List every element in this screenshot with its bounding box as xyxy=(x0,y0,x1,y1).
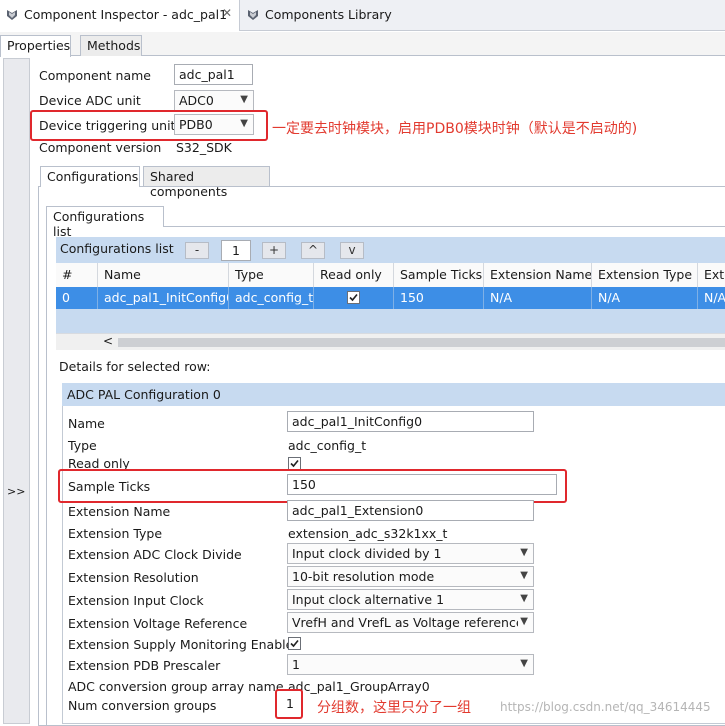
horizontal-scrollbar[interactable]: < xyxy=(56,333,725,350)
tab-shared-components[interactable]: Shared components xyxy=(143,166,270,199)
tab-component-inspector-label: Component Inspector - adc_pal1 xyxy=(24,7,228,22)
add-row-button[interactable]: + xyxy=(262,242,286,259)
cell-extension: N/A xyxy=(704,290,725,305)
tab-components-library-label: Components Library xyxy=(265,7,392,22)
cell-type: adc_config_t xyxy=(229,287,314,309)
details-header-title: ADC PAL Configuration 0 xyxy=(67,387,221,402)
extension-name-label: Extension Name xyxy=(68,504,171,519)
cell-extension-name: N/A xyxy=(484,287,592,309)
annotation-groups-note: 分组数，这里只分了一组 xyxy=(317,700,471,716)
expand-label[interactable]: >> xyxy=(7,485,25,498)
pdb-prescaler-label: Extension PDB Prescaler xyxy=(68,658,221,673)
table-empty-area xyxy=(56,309,725,333)
tab-configurations-list[interactable]: Configurations list xyxy=(46,206,164,239)
column-header-sample-ticks[interactable]: Sample Ticks xyxy=(394,263,484,287)
voltage-ref-value: VrefH and VrefL as Voltage reference. xyxy=(292,615,528,630)
move-up-button[interactable]: ^ xyxy=(301,242,325,259)
highlight-trigger-unit xyxy=(30,110,268,141)
scrollbar-thumb[interactable] xyxy=(118,338,725,347)
component-version-value: S32_SDK xyxy=(176,140,232,155)
tab-methods-label: Methods xyxy=(87,38,141,53)
name-field[interactable]: adc_pal1_InitConfig0 xyxy=(287,411,534,432)
pdb-prescaler-select[interactable]: 1 ▼ xyxy=(287,654,534,675)
column-header-name[interactable]: Name xyxy=(98,263,229,287)
component-icon xyxy=(246,8,260,22)
tab-properties[interactable]: Properties xyxy=(0,35,71,57)
resolution-label: Extension Resolution xyxy=(68,570,199,585)
chevron-down-icon: ▼ xyxy=(240,94,248,105)
cell-sample-ticks: 150 xyxy=(394,287,484,309)
chevron-down-icon: ▼ xyxy=(520,547,528,558)
highlight-sample-ticks xyxy=(58,469,567,503)
clock-divide-label: Extension ADC Clock Divide xyxy=(68,547,242,562)
config-list-title: Configurations list xyxy=(60,241,174,256)
details-label: Details for selected row: xyxy=(59,359,211,374)
cell-name: adc_pal1_InitConfig0 xyxy=(98,287,229,309)
chevron-down-icon: ▼ xyxy=(520,593,528,604)
chevron-down-icon: ▼ xyxy=(520,658,528,669)
chevron-down-icon: ▼ xyxy=(518,616,528,627)
column-header-extension-name[interactable]: Extension Name xyxy=(484,263,592,287)
component-name-field[interactable]: adc_pal1 xyxy=(174,64,253,85)
device-adc-label: Device ADC unit xyxy=(39,93,141,108)
properties-tab-bar: Properties Methods xyxy=(0,32,725,57)
config-table-header: # Name Type Read only Sample Ticks Exten… xyxy=(56,263,725,287)
column-header-type[interactable]: Type xyxy=(229,263,314,287)
column-header-read-only[interactable]: Read only xyxy=(314,263,394,287)
clock-divide-select[interactable]: Input clock divided by 1 ▼ xyxy=(287,543,534,564)
move-down-button[interactable]: v xyxy=(340,242,364,259)
supply-monitoring-label: Extension Supply Monitoring Enable xyxy=(68,637,294,652)
read-only-checkbox[interactable] xyxy=(347,291,360,304)
num-groups-label: Num conversion groups xyxy=(68,698,217,713)
component-version-label: Component version xyxy=(39,140,162,155)
annotation-trigger-note: 一定要去时钟模块，启用PDB0模块时钟（默认是不启动的) xyxy=(272,121,638,137)
chevron-down-icon: ▼ xyxy=(520,570,528,581)
extension-type-label: Extension Type xyxy=(68,526,163,541)
tab-component-inspector[interactable]: Component Inspector - adc_pal1 ✕ xyxy=(0,0,240,31)
component-icon xyxy=(5,8,19,22)
scroll-left-icon[interactable]: < xyxy=(103,334,113,348)
remove-row-button[interactable]: - xyxy=(185,242,209,259)
input-clock-value: Input clock alternative 1 xyxy=(292,592,445,607)
name-label: Name xyxy=(68,416,105,431)
tab-methods[interactable]: Methods xyxy=(80,35,142,56)
input-clock-select[interactable]: Input clock alternative 1 ▼ xyxy=(287,589,534,610)
supply-monitoring-checkbox[interactable] xyxy=(288,637,301,650)
device-adc-select[interactable]: ADC0 ▼ xyxy=(174,90,254,111)
group-array-label: ADC conversion group array name xyxy=(68,679,284,694)
cell-read-only xyxy=(314,287,394,309)
column-header-extension[interactable]: Exter xyxy=(698,263,725,287)
tab-properties-label: Properties xyxy=(7,38,71,53)
pdb-prescaler-value: 1 xyxy=(292,657,300,672)
tab-components-library[interactable]: Components Library xyxy=(241,0,401,31)
column-header-extension-type[interactable]: Extension Type xyxy=(592,263,698,287)
clock-divide-value: Input clock divided by 1 xyxy=(292,546,442,561)
type-label: Type xyxy=(68,438,97,453)
tab-shared-components-label: Shared components xyxy=(150,169,228,199)
input-clock-label: Extension Input Clock xyxy=(68,593,204,608)
extension-name-field[interactable]: adc_pal1_Extension0 xyxy=(287,500,534,521)
resolution-select[interactable]: 10-bit resolution mode ▼ xyxy=(287,566,534,587)
close-icon[interactable]: ✕ xyxy=(222,6,232,20)
tab-configurations-label: Configurations xyxy=(47,169,139,184)
row-counter-field[interactable]: 1 xyxy=(221,240,251,261)
extension-type-value: extension_adc_s32k1xx_t xyxy=(288,526,448,541)
table-row[interactable]: 0 adc_pal1_InitConfig0 adc_config_t 150 … xyxy=(56,287,725,309)
voltage-ref-label: Extension Voltage Reference xyxy=(68,616,248,631)
column-header-index[interactable]: # xyxy=(56,263,98,287)
collapse-strip[interactable]: >> xyxy=(3,58,30,724)
type-value: adc_config_t xyxy=(288,438,367,453)
resolution-value: 10-bit resolution mode xyxy=(292,569,435,584)
details-header: ADC PAL Configuration 0 xyxy=(62,383,725,406)
voltage-ref-select[interactable]: VrefH and VrefL as Voltage reference. ▼ xyxy=(287,612,534,633)
highlight-num-groups xyxy=(275,689,303,719)
device-adc-value: ADC0 xyxy=(179,93,214,108)
tab-configurations[interactable]: Configurations xyxy=(40,166,140,187)
component-name-label: Component name xyxy=(39,68,151,83)
watermark: https://blog.csdn.net/qq_34614445 xyxy=(500,700,711,714)
cell-extension-type: N/A xyxy=(592,287,698,309)
cell-index: 0 xyxy=(56,287,98,309)
group-array-value: adc_pal1_GroupArray0 xyxy=(288,679,430,694)
